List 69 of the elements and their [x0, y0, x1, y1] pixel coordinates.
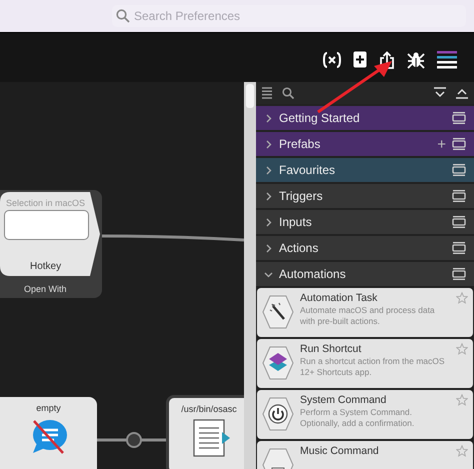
script-node[interactable]: /usr/bin/osasc: [166, 395, 244, 469]
share-icon[interactable]: [379, 50, 395, 68]
node-title: empty: [36, 403, 61, 413]
card-title: Music Command: [300, 445, 380, 457]
category-label: Getting Started: [279, 111, 361, 125]
chevron-down-icon: [264, 270, 273, 278]
category-row[interactable]: Getting Started: [256, 106, 474, 130]
node-footer: Open With: [24, 284, 67, 294]
category-label: Actions: [279, 241, 320, 255]
chevron-right-icon: [264, 244, 273, 252]
selection-field[interactable]: [4, 210, 89, 240]
window-icon[interactable]: [452, 242, 466, 254]
list-icon[interactable]: [262, 87, 272, 99]
card-description: Automate macOS and process data with pre-built actions.: [300, 305, 436, 326]
category-label: Automations: [279, 267, 347, 281]
window-icon[interactable]: [452, 268, 466, 280]
card-description: Run a shortcut action from the macOS 12+ Shortcuts app.: [300, 356, 446, 378]
card-title: Automation Task: [300, 292, 378, 304]
chevron-right-icon: [264, 140, 273, 148]
window-icon[interactable]: [452, 164, 466, 176]
magic-wand-icon: [262, 295, 294, 329]
bug-icon[interactable]: [407, 50, 425, 68]
window-icon[interactable]: [452, 138, 466, 150]
automation-card[interactable]: Automation Task Automate macOS and process data with pre-built actions.: [257, 288, 473, 337]
chevron-right-icon: [264, 114, 273, 122]
chevron-right-icon: [264, 218, 273, 226]
category-label: Favourites: [279, 163, 336, 177]
expand-all-icon[interactable]: [456, 87, 468, 99]
variable-icon[interactable]: [323, 50, 341, 68]
add-button[interactable]: +: [437, 136, 446, 152]
menu-icon[interactable]: [437, 50, 457, 68]
category-label: Inputs: [279, 215, 313, 229]
hotkey-node[interactable]: Selection in macOS Hotkey Open With: [0, 190, 102, 298]
chevron-right-icon: [264, 166, 273, 174]
star-icon[interactable]: [456, 394, 468, 406]
category-row[interactable]: Triggers: [256, 184, 474, 208]
star-icon[interactable]: [456, 292, 468, 304]
automation-card[interactable]: Run Shortcut Run a shortcut action from the macOS 12+ Shortcuts app.: [257, 339, 473, 388]
chevron-right-icon: [264, 192, 273, 200]
category-row[interactable]: Actions: [256, 236, 474, 260]
category-label: Triggers: [279, 189, 324, 203]
collapse-all-icon[interactable]: [434, 87, 446, 99]
message-node[interactable]: empty: [0, 397, 97, 469]
card-description: Perform a System Command. Optionally, add a confirmation.: [300, 407, 416, 428]
category-row[interactable]: Inputs: [256, 210, 474, 234]
layers-icon: [262, 346, 294, 380]
star-icon[interactable]: [456, 445, 468, 457]
scrollbar-thumb[interactable]: [246, 84, 254, 108]
category-row[interactable]: Favourites: [256, 158, 474, 182]
search-field[interactable]: Search Preferences: [112, 5, 466, 27]
category-row[interactable]: Automations: [256, 262, 474, 286]
automation-card[interactable]: System Command Perform a System Command. Optionally, add a confirmation.: [257, 390, 473, 439]
card-title: Run Shortcut: [300, 343, 362, 355]
window-icon[interactable]: [452, 112, 466, 124]
power-icon: [262, 397, 294, 431]
node-title: /usr/bin/osasc: [181, 404, 237, 414]
field-label: Selection in macOS: [6, 198, 86, 208]
automation-card[interactable]: Music Command: [257, 441, 473, 469]
connection-dot[interactable]: [126, 432, 142, 448]
category-row[interactable]: Prefabs +: [256, 132, 474, 156]
window-icon[interactable]: [452, 190, 466, 202]
node-title: Hotkey: [30, 261, 62, 272]
window-icon[interactable]: [452, 216, 466, 228]
star-icon[interactable]: [456, 343, 468, 355]
search-icon[interactable]: [282, 87, 294, 99]
connection-line: [97, 438, 166, 442]
category-label: Prefabs: [279, 137, 322, 151]
card-title: System Command: [300, 394, 388, 406]
add-icon[interactable]: [353, 51, 367, 68]
